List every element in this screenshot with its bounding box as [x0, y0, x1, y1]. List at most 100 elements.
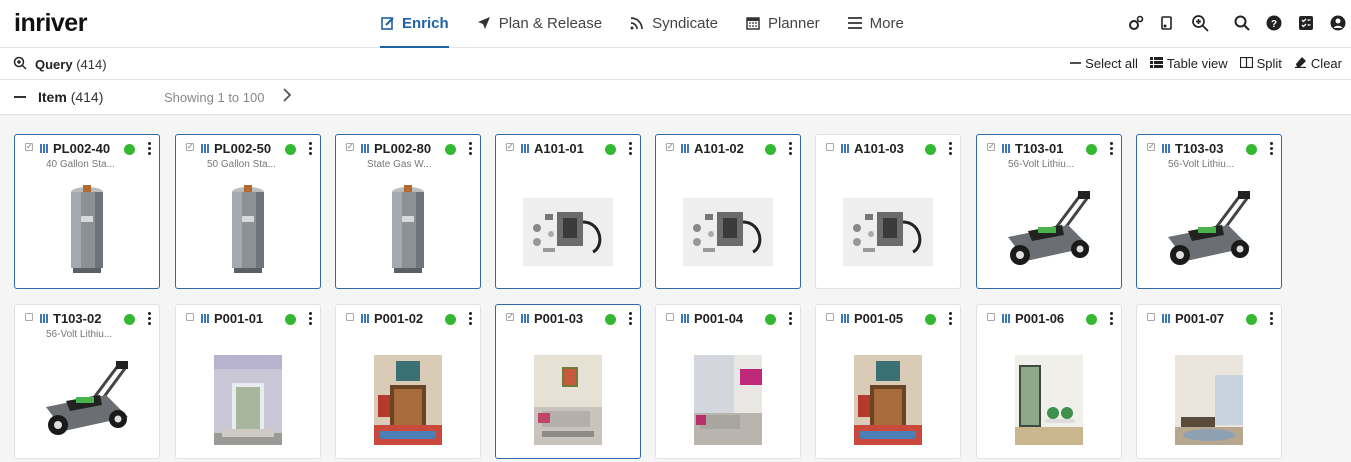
barcode-icon: [681, 314, 690, 323]
query-summary[interactable]: Query (414): [13, 56, 107, 73]
nav-syndicate[interactable]: Syndicate: [630, 0, 718, 46]
zoom-query-icon: [13, 56, 27, 73]
more-options-icon[interactable]: [629, 142, 633, 155]
product-thumbnail: [1158, 189, 1260, 269]
query-count: (414): [76, 57, 107, 72]
more-options-icon[interactable]: [309, 312, 313, 325]
more-options-icon[interactable]: [148, 312, 152, 325]
product-thumbnail: [843, 198, 933, 266]
product-thumbnail: [36, 359, 138, 439]
action-label: Clear: [1310, 56, 1342, 71]
card-checkbox[interactable]: [666, 313, 674, 321]
more-options-icon[interactable]: [949, 142, 953, 155]
card-checkbox[interactable]: ✓: [186, 143, 194, 151]
eraser-icon: [1294, 56, 1307, 71]
nav-enrich[interactable]: Enrich: [380, 0, 449, 48]
settings-gears-icon[interactable]: [1125, 12, 1147, 34]
help-icon[interactable]: ?: [1263, 12, 1285, 34]
card-checkbox[interactable]: [826, 313, 834, 321]
product-card[interactable]: ✓ PL002-80 State Gas W...: [335, 134, 481, 289]
card-checkbox[interactable]: ✓: [25, 143, 33, 151]
barcode-icon: [361, 314, 370, 323]
inriver-logo[interactable]: inriver: [14, 9, 87, 38]
card-id: PL002-50: [214, 141, 272, 156]
barcode-icon: [521, 314, 530, 323]
card-checkbox[interactable]: ✓: [666, 143, 674, 151]
product-card[interactable]: ✓ PL002-50 50 Gallon Sta...: [175, 134, 321, 289]
split-button[interactable]: Split: [1239, 56, 1282, 71]
status-dot-icon: [1086, 144, 1097, 155]
card-checkbox[interactable]: ✓: [506, 143, 514, 151]
card-id: P001-03: [534, 311, 584, 326]
product-card[interactable]: ✓ T103-03 56-Volt Lithiu...: [1136, 134, 1282, 289]
select-all-button[interactable]: Select all: [1070, 56, 1138, 71]
card-checkbox[interactable]: ✓: [506, 313, 514, 321]
card-checkbox[interactable]: [826, 143, 834, 151]
product-card[interactable]: P001-07: [1136, 304, 1282, 459]
collapse-icon[interactable]: [14, 96, 26, 98]
user-icon[interactable]: [1327, 12, 1349, 34]
action-label: Table view: [1166, 56, 1228, 71]
card-checkbox[interactable]: [346, 313, 354, 321]
more-options-icon[interactable]: [1110, 142, 1114, 155]
product-thumbnail: [383, 184, 433, 274]
nav-planner[interactable]: Planner: [746, 0, 820, 46]
card-description: 40 Gallon Sta...: [46, 159, 115, 170]
product-card[interactable]: ✓ A101-01: [495, 134, 641, 289]
card-checkbox[interactable]: ✓: [1147, 143, 1155, 151]
search-icon[interactable]: [1231, 12, 1253, 34]
more-options-icon[interactable]: [1270, 142, 1274, 155]
checklist-icon[interactable]: [1295, 12, 1317, 34]
card-checkbox[interactable]: [186, 313, 194, 321]
barcode-icon: [1002, 144, 1011, 153]
barcode-icon: [841, 144, 850, 153]
more-options-icon[interactable]: [309, 142, 313, 155]
status-dot-icon: [1086, 314, 1097, 325]
more-options-icon[interactable]: [629, 312, 633, 325]
card-id: P001-07: [1175, 311, 1225, 326]
send-icon: [477, 16, 492, 31]
more-options-icon[interactable]: [469, 312, 473, 325]
zoom-in-icon[interactable]: [1189, 12, 1211, 34]
more-options-icon[interactable]: [949, 312, 953, 325]
card-checkbox[interactable]: ✓: [987, 143, 995, 151]
more-options-icon[interactable]: [789, 312, 793, 325]
product-card[interactable]: ✓ A101-02: [655, 134, 801, 289]
card-checkbox[interactable]: [987, 313, 995, 321]
product-card[interactable]: A101-03: [815, 134, 961, 289]
card-id: P001-02: [374, 311, 424, 326]
music-search-icon[interactable]: [1157, 12, 1179, 34]
clear-button[interactable]: Clear: [1294, 56, 1342, 71]
item-title-label: Item: [38, 89, 67, 105]
product-card[interactable]: ✓ P001-03: [495, 304, 641, 459]
product-thumbnail: [1175, 355, 1243, 445]
nav-plan-release[interactable]: Plan & Release: [477, 0, 602, 46]
barcode-icon: [1162, 144, 1171, 153]
product-card[interactable]: P001-05: [815, 304, 961, 459]
product-card[interactable]: T103-02 56-Volt Lithiu...: [14, 304, 160, 459]
more-options-icon[interactable]: [789, 142, 793, 155]
more-options-icon[interactable]: [469, 142, 473, 155]
product-card[interactable]: P001-06: [976, 304, 1122, 459]
nav-more[interactable]: More: [848, 0, 904, 46]
next-page-icon[interactable]: [282, 88, 292, 107]
action-label: Select all: [1085, 56, 1138, 71]
product-thumbnail: [374, 355, 442, 445]
card-checkbox[interactable]: ✓: [346, 143, 354, 151]
card-checkbox[interactable]: [25, 313, 33, 321]
product-card[interactable]: P001-02: [335, 304, 481, 459]
product-card[interactable]: P001-01: [175, 304, 321, 459]
wifi-icon: [630, 16, 645, 31]
nav-label: Plan & Release: [498, 14, 603, 32]
barcode-icon: [841, 314, 850, 323]
product-card[interactable]: P001-04: [655, 304, 801, 459]
barcode-icon: [40, 314, 49, 323]
product-card[interactable]: ✓ T103-01 56-Volt Lithiu...: [976, 134, 1122, 289]
more-options-icon[interactable]: [1110, 312, 1114, 325]
nav-label: Syndicate: [652, 14, 718, 32]
product-card[interactable]: ✓ PL002-40 40 Gallon Sta...: [14, 134, 160, 289]
more-options-icon[interactable]: [1270, 312, 1274, 325]
card-checkbox[interactable]: [1147, 313, 1155, 321]
table-view-button[interactable]: Table view: [1149, 56, 1228, 71]
more-options-icon[interactable]: [148, 142, 152, 155]
